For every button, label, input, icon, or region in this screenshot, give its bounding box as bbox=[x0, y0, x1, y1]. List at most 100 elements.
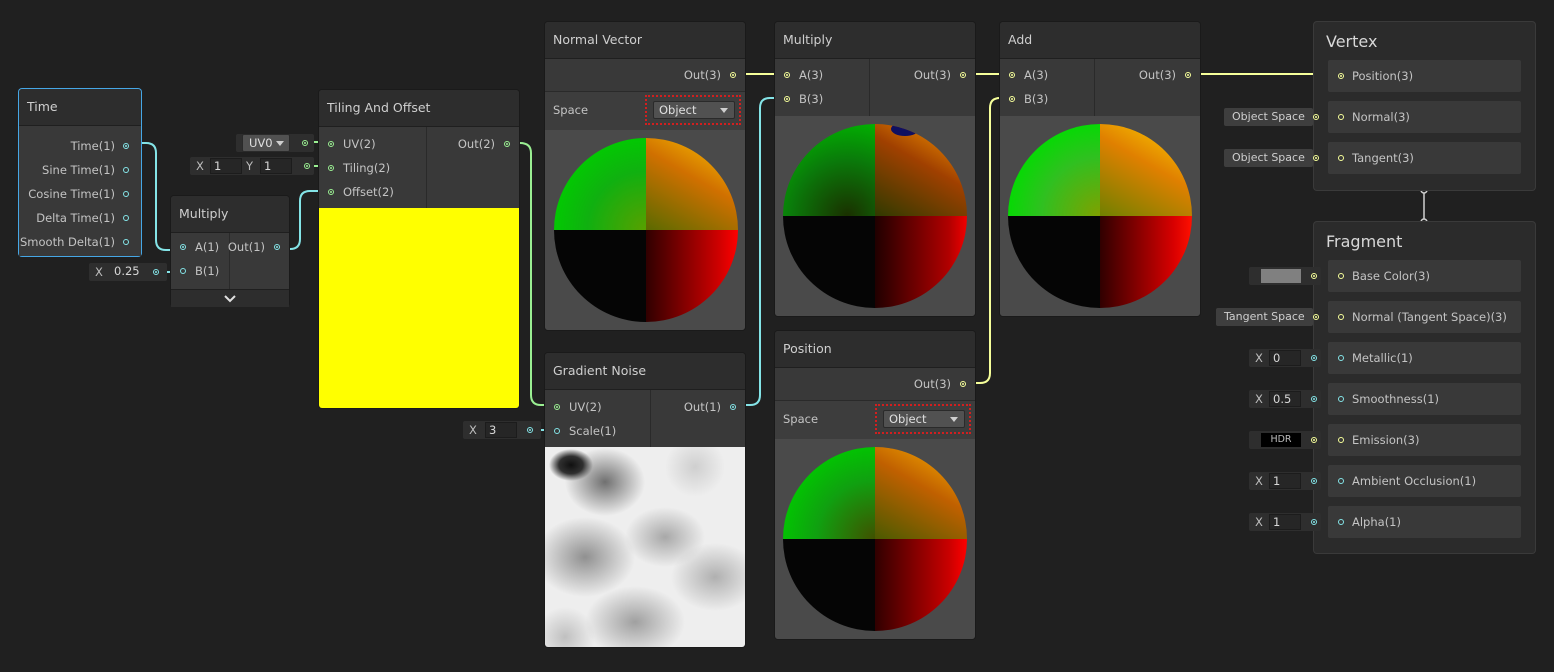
port-scale[interactable]: Scale(1) bbox=[569, 421, 616, 441]
port-uv[interactable]: UV(2) bbox=[569, 397, 602, 417]
base-color-field[interactable] bbox=[1249, 267, 1321, 285]
expand-preview-button[interactable] bbox=[171, 289, 289, 307]
fragment-slot-smoothness[interactable]: Smoothness(1) bbox=[1328, 383, 1521, 415]
port-dot[interactable] bbox=[1338, 155, 1344, 161]
port-out[interactable]: Out(1) bbox=[684, 397, 721, 417]
uv-channel-field[interactable]: UV0 bbox=[236, 134, 314, 152]
vertex-slot-normal[interactable]: Normal(3) bbox=[1328, 101, 1521, 133]
port-dot[interactable] bbox=[1338, 478, 1344, 484]
add-node[interactable]: Add A(3) B(3) Out(3) bbox=[1000, 22, 1200, 316]
port-sine-time[interactable]: Sine Time(1) bbox=[42, 160, 115, 180]
port-dot[interactable] bbox=[123, 143, 129, 149]
port-out[interactable]: Out(3) bbox=[684, 65, 721, 85]
tiling-value-field[interactable]: X 1 Y 1 bbox=[190, 157, 314, 175]
port-cosine-time[interactable]: Cosine Time(1) bbox=[28, 184, 115, 204]
node-title: Multiply bbox=[775, 22, 975, 59]
port-dot[interactable] bbox=[180, 268, 186, 274]
port-dot[interactable] bbox=[328, 141, 334, 147]
multiply-node-vector[interactable]: Multiply A(3) B(3) Out(3) bbox=[775, 22, 975, 316]
port-dot[interactable] bbox=[274, 244, 280, 250]
port-dot bbox=[1311, 478, 1317, 484]
port-uv[interactable]: UV(2) bbox=[343, 134, 376, 154]
port-dot[interactable] bbox=[730, 404, 736, 410]
tiling-and-offset-node[interactable]: Tiling And Offset UV(2) Tiling(2) Offset… bbox=[319, 90, 519, 408]
ambient-occlusion-field[interactable]: X 1 bbox=[1249, 472, 1321, 490]
port-out[interactable]: Out(2) bbox=[458, 134, 495, 154]
port-b[interactable]: B(3) bbox=[799, 89, 823, 109]
port-dot[interactable] bbox=[1009, 96, 1015, 102]
port-smooth-delta[interactable]: Smooth Delta(1) bbox=[20, 232, 115, 252]
port-dot[interactable] bbox=[1009, 72, 1015, 78]
port-a[interactable]: A(3) bbox=[799, 65, 823, 85]
port-out[interactable]: Out(3) bbox=[1139, 65, 1176, 85]
context-title: Fragment bbox=[1326, 232, 1403, 251]
fragment-slot-ambient-occlusion[interactable]: Ambient Occlusion(1) bbox=[1328, 465, 1521, 497]
smoothness-field[interactable]: X 0.5 bbox=[1249, 390, 1321, 408]
port-dot[interactable] bbox=[960, 72, 966, 78]
port-dot[interactable] bbox=[1338, 114, 1344, 120]
fragment-slot-alpha[interactable]: Alpha(1) bbox=[1328, 506, 1521, 538]
space-dropdown[interactable]: Object bbox=[883, 410, 965, 428]
port-dot[interactable] bbox=[1338, 355, 1344, 361]
time-node[interactable]: Time Time(1) Sine Time(1) Cosine Time(1)… bbox=[19, 89, 141, 256]
port-dot[interactable] bbox=[960, 381, 966, 387]
port-dot[interactable] bbox=[784, 96, 790, 102]
normal-vector-node[interactable]: Normal Vector Out(3) Space Object bbox=[545, 22, 745, 330]
space-dropdown[interactable]: Object bbox=[653, 101, 735, 119]
fragment-slot-base-color[interactable]: Base Color(3) bbox=[1328, 260, 1521, 292]
port-dot[interactable] bbox=[123, 191, 129, 197]
port-dot[interactable] bbox=[1338, 314, 1344, 320]
fragment-slot-emission[interactable]: Emission(3) bbox=[1328, 424, 1521, 456]
port-dot[interactable] bbox=[784, 72, 790, 78]
vertex-context[interactable]: Vertex Position(3) Normal(3) Tangent(3) bbox=[1314, 22, 1535, 190]
position-node[interactable]: Position Out(3) Space Object bbox=[775, 331, 975, 639]
port-dot bbox=[527, 427, 533, 433]
port-dot[interactable] bbox=[554, 404, 560, 410]
port-delta-time[interactable]: Delta Time(1) bbox=[36, 208, 115, 228]
multiply-node-float[interactable]: Multiply A(1) B(1) Out(1) bbox=[171, 196, 289, 307]
port-tiling[interactable]: Tiling(2) bbox=[343, 158, 390, 178]
port-a[interactable]: A(3) bbox=[1024, 65, 1048, 85]
fragment-slot-metallic[interactable]: Metallic(1) bbox=[1328, 342, 1521, 374]
port-dot[interactable] bbox=[1338, 519, 1344, 525]
port-dot[interactable] bbox=[1338, 437, 1344, 443]
port-dot[interactable] bbox=[123, 167, 129, 173]
port-dot[interactable] bbox=[1185, 72, 1191, 78]
port-dot[interactable] bbox=[328, 165, 334, 171]
node-title: Time bbox=[19, 89, 141, 126]
alpha-field[interactable]: X 1 bbox=[1249, 513, 1321, 531]
emission-field[interactable]: HDR bbox=[1249, 431, 1321, 449]
multiply-b-field[interactable]: X 0.25 bbox=[89, 263, 167, 281]
port-dot[interactable] bbox=[730, 72, 736, 78]
fragment-slot-normal[interactable]: Normal (Tangent Space)(3) bbox=[1328, 301, 1521, 333]
port-dot[interactable] bbox=[1338, 273, 1344, 279]
port-dot[interactable] bbox=[328, 189, 334, 195]
port-offset[interactable]: Offset(2) bbox=[343, 182, 394, 202]
port-dot[interactable] bbox=[1338, 396, 1344, 402]
port-dot bbox=[302, 140, 308, 146]
port-a[interactable]: A(1) bbox=[195, 237, 219, 257]
port-dot[interactable] bbox=[554, 428, 560, 434]
port-dot[interactable] bbox=[504, 141, 510, 147]
port-out[interactable]: Out(3) bbox=[914, 374, 951, 394]
base-color-swatch[interactable] bbox=[1261, 269, 1301, 283]
port-out[interactable]: Out(1) bbox=[228, 237, 265, 257]
port-b[interactable]: B(1) bbox=[195, 261, 219, 281]
port-dot[interactable] bbox=[123, 239, 129, 245]
gradient-noise-node[interactable]: Gradient Noise UV(2) Scale(1) Out(1) bbox=[545, 353, 745, 647]
preview-sphere bbox=[783, 447, 967, 631]
uv-channel-dropdown[interactable]: UV0 bbox=[242, 134, 290, 152]
hdr-swatch[interactable]: HDR bbox=[1261, 433, 1301, 447]
port-dot[interactable] bbox=[180, 244, 186, 250]
port-b[interactable]: B(3) bbox=[1024, 89, 1048, 109]
fragment-context[interactable]: Fragment Base Color(3) Normal (Tangent S… bbox=[1314, 222, 1535, 553]
vertex-slot-position[interactable]: Position(3) bbox=[1328, 60, 1521, 92]
port-out[interactable]: Out(3) bbox=[914, 65, 951, 85]
port-dot[interactable] bbox=[123, 215, 129, 221]
vertex-slot-tangent[interactable]: Tangent(3) bbox=[1328, 142, 1521, 174]
port-dot bbox=[1311, 355, 1317, 361]
port-time[interactable]: Time(1) bbox=[71, 136, 115, 156]
metallic-field[interactable]: X 0 bbox=[1249, 349, 1321, 367]
scale-value-field[interactable]: X 3 bbox=[463, 421, 541, 439]
port-dot[interactable] bbox=[1338, 73, 1344, 79]
